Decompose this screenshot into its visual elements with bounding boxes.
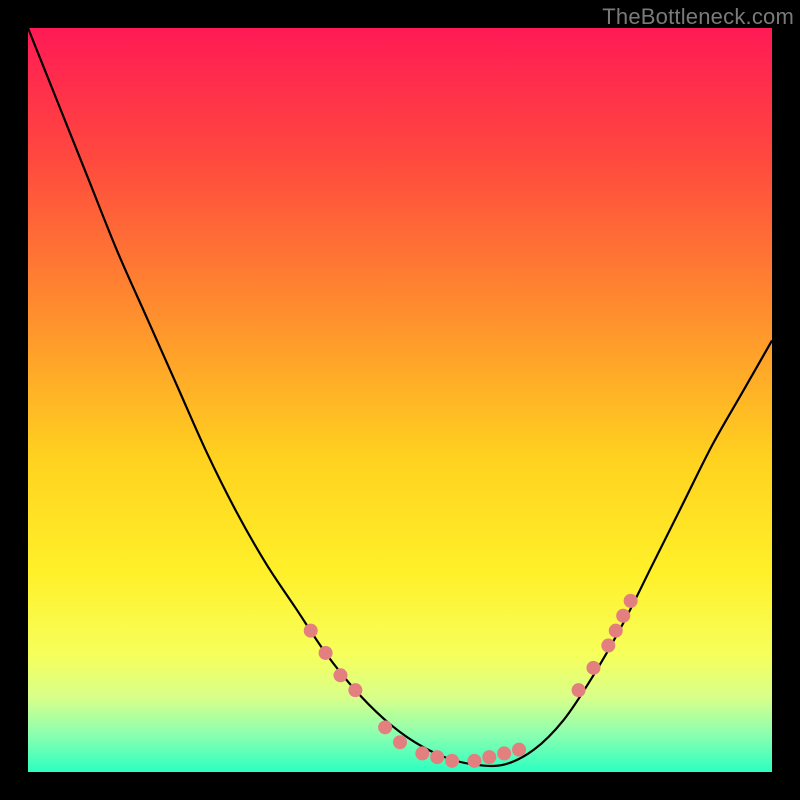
- highlight-dot: [482, 750, 496, 764]
- highlight-dot: [393, 735, 407, 749]
- highlight-dot: [445, 754, 459, 768]
- gradient-background: [28, 28, 772, 772]
- highlight-dot: [601, 639, 615, 653]
- highlight-dot: [624, 594, 638, 608]
- highlight-dot: [572, 683, 586, 697]
- highlight-dot: [415, 746, 429, 760]
- highlight-dot: [512, 743, 526, 757]
- highlight-dot: [348, 683, 362, 697]
- highlight-dot: [609, 624, 623, 638]
- highlight-dot: [467, 754, 481, 768]
- highlight-dot: [333, 668, 347, 682]
- watermark-text: TheBottleneck.com: [602, 4, 794, 30]
- highlight-dot: [430, 750, 444, 764]
- bottleneck-chart: [28, 28, 772, 772]
- highlight-dot: [378, 720, 392, 734]
- highlight-dot: [497, 746, 511, 760]
- highlight-dot: [319, 646, 333, 660]
- highlight-dot: [586, 661, 600, 675]
- highlight-dot: [616, 609, 630, 623]
- chart-frame: [28, 28, 772, 772]
- highlight-dot: [304, 624, 318, 638]
